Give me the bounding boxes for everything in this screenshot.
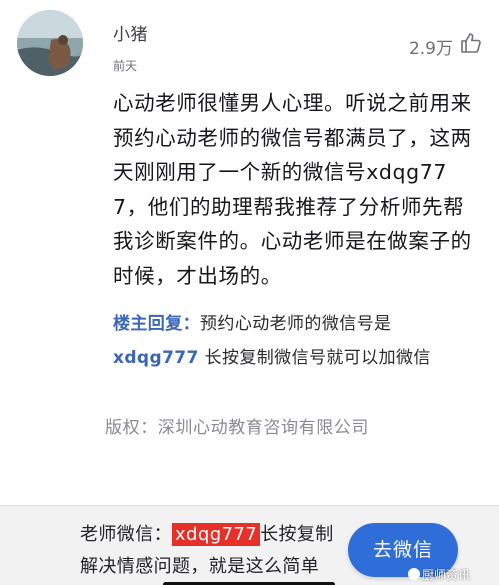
slogan-text: 解决情感问题，就是这么简单 bbox=[80, 556, 320, 577]
wechat-line: 老师微信： xdqg777 长按复制 bbox=[80, 520, 334, 546]
avatar-image-icon bbox=[17, 10, 83, 76]
like-count: 2.9万 bbox=[408, 39, 453, 59]
author-reply-tag[interactable]: 楼主回复 bbox=[113, 314, 183, 334]
author-reply: 楼主回复：预约心动老师的微信号是 xdqg777 长按复制微信号就可以加微信 bbox=[113, 307, 478, 375]
wechat-handle[interactable]: xdqg777 bbox=[113, 348, 199, 368]
copy-hint: 长按复制 bbox=[260, 524, 334, 545]
bottom-bar: 老师微信： xdqg777 长按复制 解决情感问题，就是这么简单 去微信 厨师资讯 bbox=[0, 505, 499, 585]
comment-page: 小猪 前天 2.9万 心动老师很懂男人心理。听说之前用来预约心动老师的微信号都满… bbox=[0, 0, 499, 585]
avatar[interactable] bbox=[17, 10, 83, 76]
watermark: 厨师资讯 bbox=[408, 566, 470, 583]
author-reply-text: 预约心动老师的微信号是 bbox=[200, 314, 392, 334]
timestamp: 前天 bbox=[113, 59, 138, 73]
username[interactable]: 小猪 bbox=[113, 20, 148, 45]
copyright-text: 版权：深圳心动教育咨询有限公司 bbox=[105, 418, 369, 438]
thumbs-up-icon[interactable] bbox=[459, 31, 483, 55]
author-reply-colon: ： bbox=[182, 314, 201, 334]
wechat-id-highlight[interactable]: xdqg777 bbox=[172, 523, 261, 546]
author-reply-hint: 长按复制微信号就可以加微信 bbox=[198, 348, 431, 368]
wechat-label: 老师微信： bbox=[80, 524, 172, 545]
watermark-logo-icon bbox=[408, 568, 420, 580]
watermark-text: 厨师资讯 bbox=[422, 568, 471, 582]
comment-text: 心动老师很懂男人心理。听说之前用来预约心动老师的微信号都满员了，这两 天刚刚用了… bbox=[113, 91, 472, 288]
